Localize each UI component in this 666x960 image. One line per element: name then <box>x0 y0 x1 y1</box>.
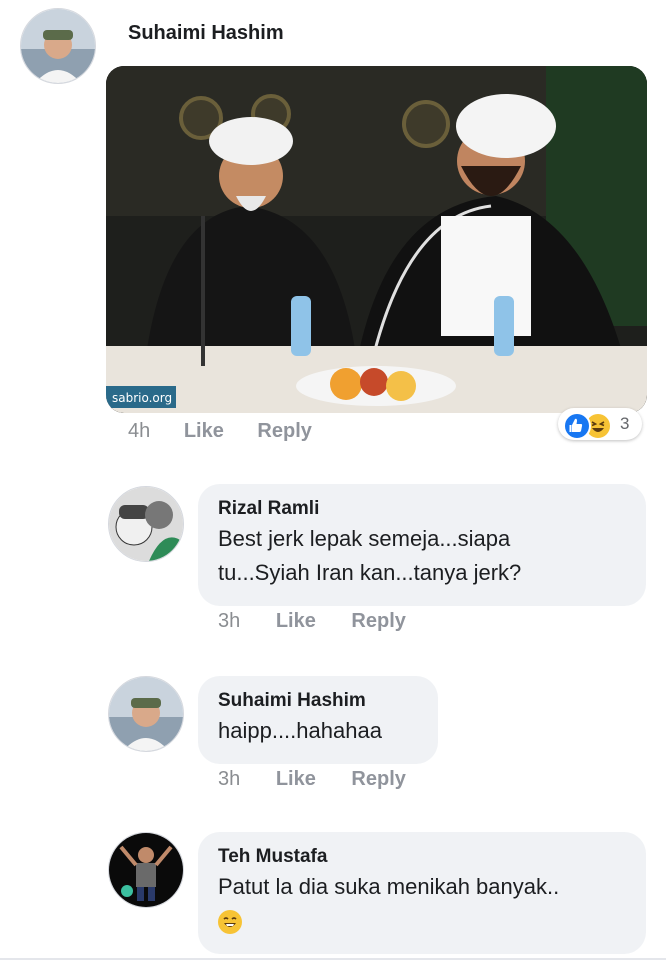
comment-meta: 3h Like Reply <box>218 768 406 791</box>
comment-avatar[interactable] <box>108 676 184 752</box>
post-meta: 4h Like Reply <box>128 420 312 443</box>
post-photo[interactable]: sabrio.org <box>106 66 647 413</box>
comment-meta: 3h Like Reply <box>218 610 406 633</box>
comment-bubble: Rizal Ramli Best jerk lepak semeja...sia… <box>198 484 646 606</box>
comment-author[interactable]: Teh Mustafa <box>218 844 626 870</box>
comment-timestamp[interactable]: 3h <box>218 610 240 632</box>
comment-text-line: tu...Syiah Iran kan...tanya jerk? <box>218 560 522 585</box>
comment-like-button[interactable]: Like <box>276 768 316 790</box>
comment-author[interactable]: Rizal Ramli <box>218 496 626 522</box>
laughing-emoji-icon <box>218 910 242 935</box>
comment-avatar[interactable] <box>108 486 184 562</box>
comment-timestamp[interactable]: 3h <box>218 768 240 790</box>
comment-bubble: Teh Mustafa Patut la dia suka menikah ba… <box>198 832 646 954</box>
like-icon <box>563 412 591 440</box>
comment-reply-button[interactable]: Reply <box>351 768 405 790</box>
comment-bubble: Suhaimi Hashim haipp....hahahaa <box>198 676 438 764</box>
reactions-summary[interactable]: 3 <box>558 408 642 440</box>
comment-author[interactable]: Suhaimi Hashim <box>218 688 418 714</box>
post-timestamp[interactable]: 4h <box>128 420 150 442</box>
photo-watermark: sabrio.org <box>112 391 172 405</box>
comment-like-button[interactable]: Like <box>276 610 316 632</box>
comment-text-line: Best jerk lepak semeja...siapa <box>218 526 511 551</box>
post-like-button[interactable]: Like <box>184 420 224 442</box>
post-author-name[interactable]: Suhaimi Hashim <box>128 22 284 45</box>
comment-text-line: Patut la dia suka menikah banyak.. <box>218 874 560 899</box>
comment-reply-button[interactable]: Reply <box>351 610 405 632</box>
comment-emoji-line <box>218 904 626 938</box>
post-author-avatar[interactable] <box>20 8 96 84</box>
comment-text-line: haipp....hahahaa <box>218 718 382 743</box>
reaction-count: 3 <box>620 414 630 433</box>
post-reply-button[interactable]: Reply <box>257 420 311 442</box>
comment-avatar[interactable] <box>108 832 184 908</box>
